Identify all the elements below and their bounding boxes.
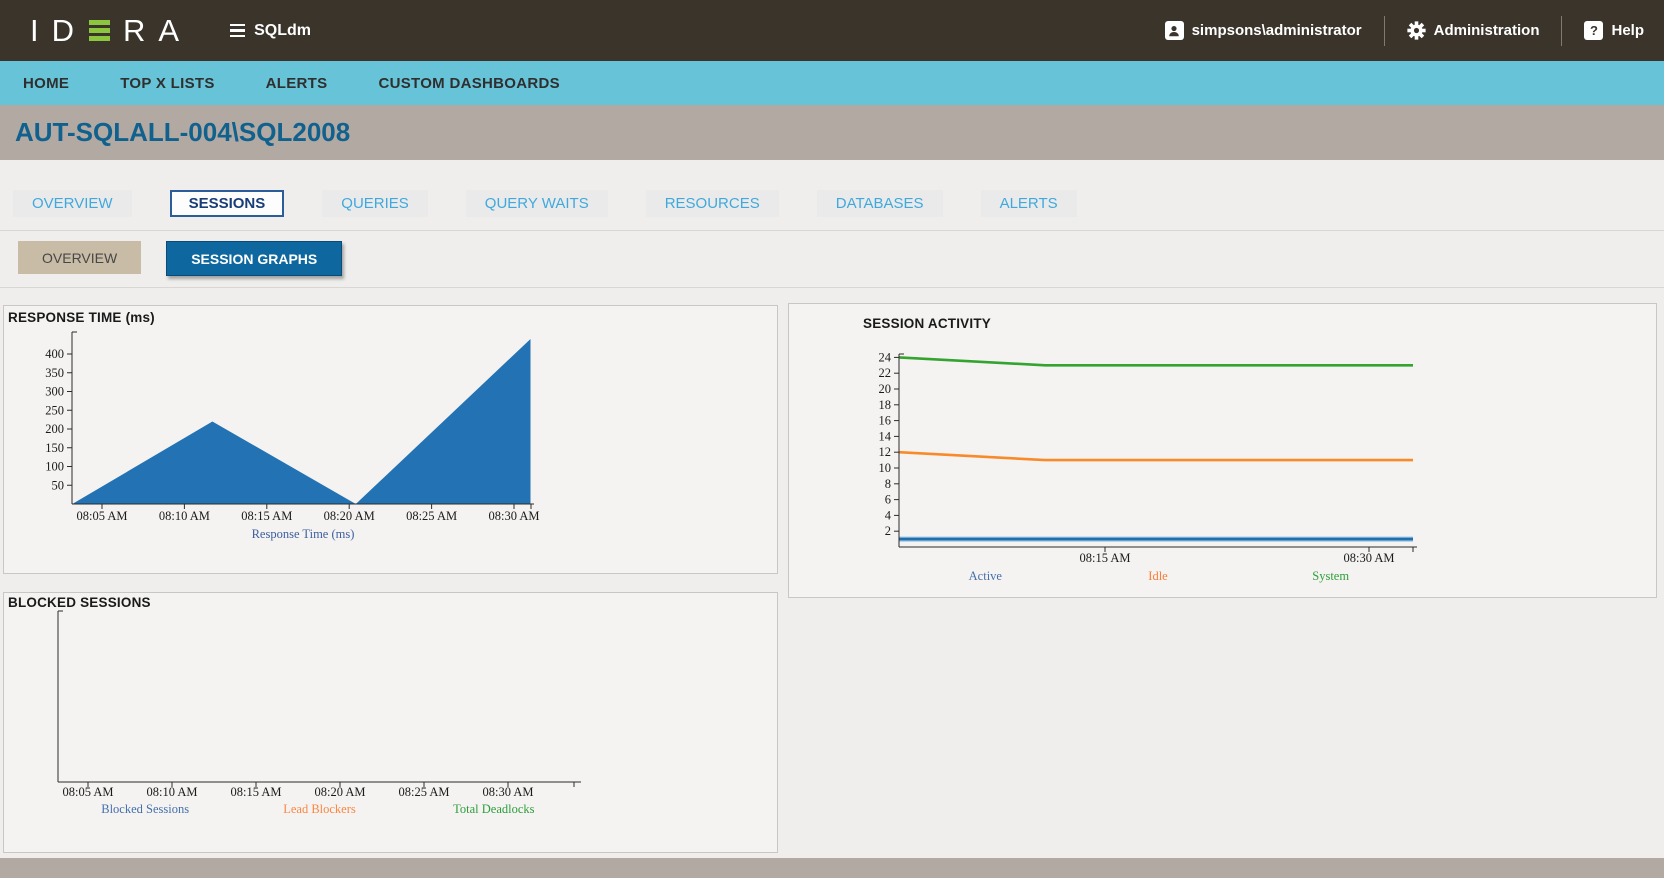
nav-item-alerts[interactable]: ALERTS	[266, 75, 328, 92]
page-title: AUT-SQLALL-004\SQL2008	[15, 117, 351, 147]
divider	[0, 230, 1664, 231]
y-tick-label: 2	[885, 524, 891, 538]
sessions-subtabs: OVERVIEW SESSION GRAPHS	[18, 241, 343, 276]
y-tick-label: 200	[45, 422, 64, 436]
gear-icon	[1407, 21, 1426, 40]
logo-text-right: RA	[123, 13, 193, 48]
header-divider	[1383, 15, 1385, 46]
x-tick-label: 08:15 AM	[241, 509, 292, 523]
logo-e-bars-icon	[89, 20, 110, 41]
x-tick-label: 08:25 AM	[398, 785, 449, 799]
tab-query-waits[interactable]: QUERY WAITS	[465, 190, 608, 217]
x-axis-label: Response Time (ms)	[252, 527, 355, 541]
x-tick-label: 08:30 AM	[482, 785, 533, 799]
series-system	[899, 356, 1413, 367]
subtab-overview[interactable]: OVERVIEW	[18, 241, 142, 274]
nav-item-custom-dashboards[interactable]: CUSTOM DASHBOARDS	[378, 75, 560, 92]
nav-item-top-x-lists[interactable]: TOP X LISTS	[120, 75, 214, 92]
y-tick-label: 250	[45, 403, 64, 417]
tab-databases[interactable]: DATABASES	[816, 190, 943, 217]
legend-idle: Idle	[1148, 569, 1168, 583]
logo-text-left: ID	[30, 13, 87, 48]
y-tick-label: 300	[45, 385, 64, 399]
app-menu[interactable]: SQLdm	[230, 22, 311, 40]
user-icon	[1164, 21, 1184, 40]
session-activity-chart: 2468101214161820222408:15 AM 08:30 AMActi…	[879, 350, 1417, 583]
y-tick-label: 12	[879, 445, 892, 459]
tab-sessions[interactable]: SESSIONS	[169, 190, 285, 217]
series-response-time-ms-	[72, 339, 531, 504]
legend-active: Active	[969, 569, 1003, 583]
top-header: ID RA SQLdm simpsons\administrator Admin…	[0, 0, 1664, 61]
y-tick-label: 400	[45, 347, 64, 361]
help-label: Help	[1611, 22, 1644, 39]
idera-logo: ID RA	[30, 15, 192, 46]
legend-system: System	[1312, 569, 1349, 583]
administration-link[interactable]: Administration	[1407, 21, 1540, 40]
y-tick-label: 10	[879, 461, 892, 475]
tab-resources[interactable]: RESOURCES	[645, 190, 779, 217]
legend-blocked-sessions: Blocked Sessions	[101, 802, 189, 816]
x-tick-label: 08:20 AM	[324, 509, 375, 523]
tab-queries[interactable]: QUERIES	[322, 190, 428, 217]
user-name: simpsons\administrator	[1191, 22, 1362, 39]
nav-item-home[interactable]: HOME	[23, 75, 69, 92]
help-link[interactable]: ? Help	[1584, 21, 1644, 40]
y-tick-label: 4	[885, 508, 892, 522]
y-tick-label: 8	[885, 477, 891, 491]
x-tick-label: 08:10 AM	[159, 509, 210, 523]
x-tick-label: 08:10 AM	[146, 785, 197, 799]
x-tick-label: 08:05 AM	[62, 785, 113, 799]
y-tick-label: 100	[45, 460, 64, 474]
administration-label: Administration	[1433, 22, 1540, 39]
y-tick-label: 18	[879, 398, 892, 412]
hamburger-icon[interactable]	[230, 23, 246, 38]
response-time-chart: 50 100 150 200 250 300 350 400 08:05 AM 08:10 AM 0…	[45, 331, 540, 541]
tab-alerts[interactable]: ALERTS	[980, 190, 1077, 217]
y-tick-label: 14	[879, 429, 892, 443]
subtab-session-graphs[interactable]: SESSION GRAPHS	[166, 241, 343, 276]
legend-lead-blockers: Lead Blockers	[283, 802, 356, 816]
session-activity-panel: SESSION ACTIVITY 2 4 6 8 10 12 14 16 18 20 22 24 08:…	[788, 303, 1657, 598]
y-tick-label: 20	[879, 382, 892, 396]
y-tick-label: 22	[879, 366, 892, 380]
help-icon: ?	[1584, 21, 1604, 40]
x-tick-label: 08:15 AM	[1079, 551, 1130, 565]
main-nav: HOME TOP X LISTS ALERTS CUSTOM DASHBOARD…	[0, 61, 1664, 105]
instance-tabs: OVERVIEW SESSIONS QUERIES QUERY WAITS RE…	[13, 190, 1077, 217]
current-user[interactable]: simpsons\administrator	[1164, 21, 1362, 40]
y-tick-label: 150	[45, 441, 64, 455]
x-tick-label: 08:30 AM	[488, 509, 539, 523]
y-tick-label: 16	[879, 414, 892, 428]
x-tick-label: 08:25 AM	[406, 509, 457, 523]
blocked-sessions-chart: 08:05 AM 08:10 AM 08:15 AM 08:20 AM 08:25 AM…	[57, 610, 581, 816]
y-tick-label: 50	[52, 478, 65, 492]
series-idle	[899, 450, 1413, 462]
x-tick-label: 08:20 AM	[314, 785, 365, 799]
blocked-sessions-panel: BLOCKED SESSIONS 08:05 AM 08:10 AM 08:15 A…	[3, 592, 778, 853]
x-tick-label: 08:05 AM	[76, 509, 127, 523]
header-right: simpsons\administrator Administration ? …	[1164, 15, 1644, 46]
divider	[0, 287, 1664, 288]
x-tick-label: 08:30 AM	[1343, 551, 1394, 565]
y-tick-label: 350	[45, 366, 64, 380]
legend-total-deadlocks: Total Deadlocks	[453, 802, 535, 816]
header-divider	[1561, 15, 1563, 46]
tab-overview[interactable]: OVERVIEW	[13, 190, 132, 217]
response-time-panel: RESPONSE TIME (ms) 50 100 150 200 250 300 350 4…	[3, 305, 778, 574]
y-tick-label: 6	[885, 493, 891, 507]
y-tick-label: 24	[879, 350, 892, 364]
instance-title-bar: AUT-SQLALL-004\SQL2008	[0, 105, 1664, 160]
bottom-bar	[0, 858, 1664, 878]
x-tick-label: 08:15 AM	[230, 785, 281, 799]
sqldm-page: ID RA SQLdm simpsons\administrator Admin…	[0, 0, 1664, 878]
app-menu-label[interactable]: SQLdm	[254, 22, 311, 40]
